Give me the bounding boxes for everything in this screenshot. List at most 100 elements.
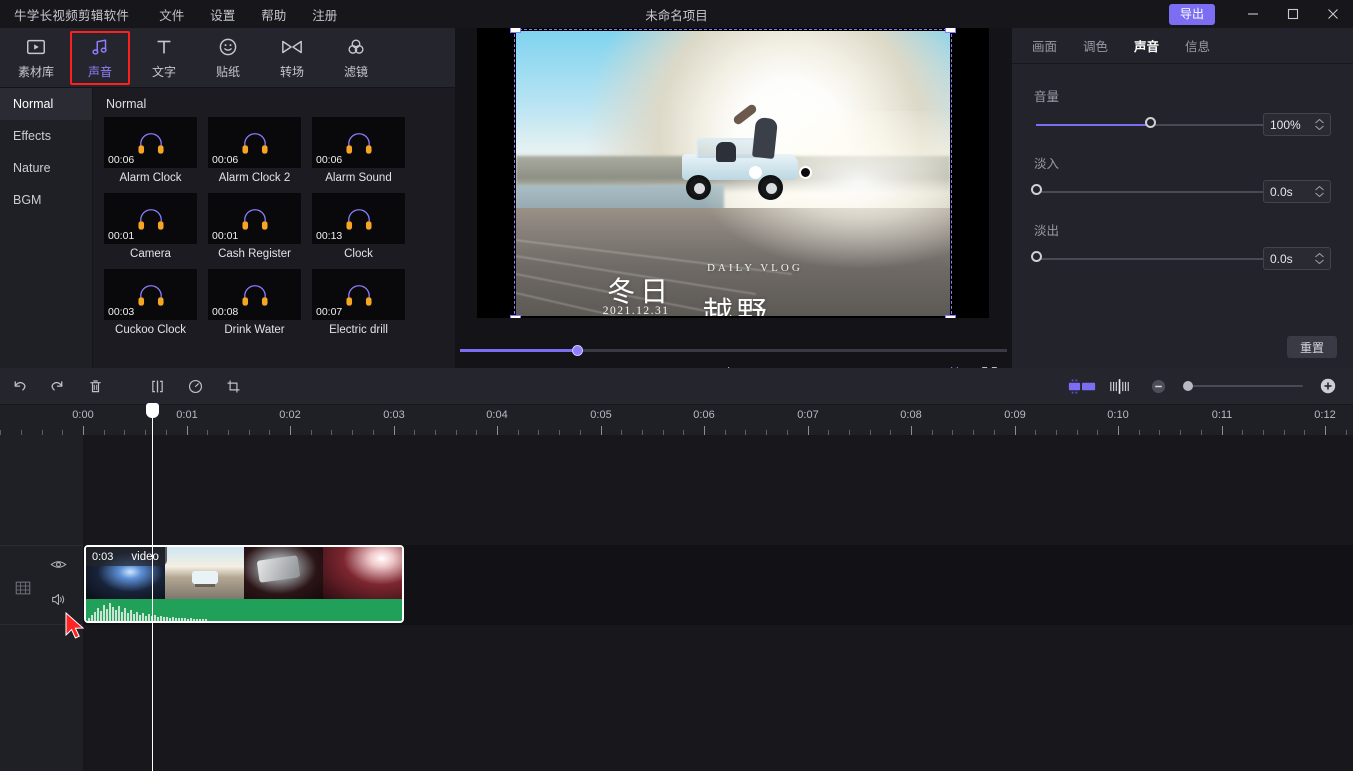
preview-progress-row[interactable]: [455, 343, 1012, 357]
slider-track[interactable]: [1036, 258, 1264, 260]
tab-audio[interactable]: 声音: [1134, 36, 1159, 55]
tab-color[interactable]: 调色: [1083, 36, 1108, 55]
audio-item-name: Camera: [130, 248, 171, 260]
audio-item[interactable]: 00:03 Cuckoo Clock: [104, 269, 197, 342]
tool-tab-filter[interactable]: 滤镜: [325, 30, 387, 86]
split-icon: [151, 380, 163, 392]
category-item-effects[interactable]: Effects: [0, 120, 92, 152]
undo-button[interactable]: [0, 368, 38, 405]
audio-item-thumbnail[interactable]: 00:01: [208, 193, 301, 244]
overlay-handle-left[interactable]: [749, 166, 762, 179]
properties-tab-bar: 画面 调色 声音 信息: [1012, 28, 1353, 64]
audio-item[interactable]: 00:13 Clock: [312, 193, 405, 266]
audio-item[interactable]: 00:07 Electric drill: [312, 269, 405, 342]
audio-item[interactable]: 00:06 Alarm Sound: [312, 117, 405, 190]
tool-tab-label: 声音: [87, 64, 112, 79]
zoom-out-button[interactable]: [1139, 368, 1177, 405]
ruler-label: 0:05: [590, 409, 612, 421]
category-item-nature[interactable]: Nature: [0, 152, 92, 184]
maximize-icon: [1287, 8, 1299, 20]
minimize-button[interactable]: [1233, 0, 1273, 28]
audio-item-name: Drink Water: [224, 324, 285, 336]
delete-button[interactable]: [76, 368, 114, 405]
slider-knob[interactable]: [1145, 117, 1156, 128]
track-mute-toggle[interactable]: [50, 592, 67, 612]
audio-item-thumbnail[interactable]: 00:08: [208, 269, 301, 320]
split-button[interactable]: [138, 368, 176, 405]
property-slider[interactable]: 0.0s: [1031, 180, 1331, 203]
tab-picture[interactable]: 画面: [1032, 36, 1057, 55]
audio-item[interactable]: 00:01 Cash Register: [208, 193, 301, 266]
property-value-box[interactable]: 100%: [1263, 113, 1331, 136]
stepper-icon[interactable]: [1315, 186, 1324, 197]
ruler-major-tick: [704, 426, 705, 435]
preview-progress-track[interactable]: [460, 349, 1007, 352]
tool-tab-sticker[interactable]: 贴纸: [197, 30, 259, 86]
audio-item-duration: 00:07: [316, 306, 343, 318]
property-slider[interactable]: 0.0s: [1031, 247, 1331, 270]
audio-item[interactable]: 00:06 Alarm Clock: [104, 117, 197, 190]
audio-item-thumbnail[interactable]: 00:06: [104, 117, 197, 168]
slider-track[interactable]: [1036, 191, 1264, 193]
zoom-in-button[interactable]: [1309, 368, 1347, 405]
menu-item-settings[interactable]: 设置: [210, 5, 235, 24]
audio-item[interactable]: 00:06 Alarm Clock 2: [208, 117, 301, 190]
maximize-button[interactable]: [1273, 0, 1313, 28]
waveform-bar: [121, 612, 123, 621]
slider-knob[interactable]: [1031, 184, 1042, 195]
tab-info[interactable]: 信息: [1185, 36, 1210, 55]
speaker-on-icon: [52, 593, 65, 606]
preview-progress-knob[interactable]: [572, 345, 583, 356]
property-value-box[interactable]: 0.0s: [1263, 247, 1331, 270]
menu-item-help[interactable]: 帮助: [261, 5, 286, 24]
ruler-label: 0:08: [900, 409, 922, 421]
track-view-button[interactable]: [1063, 368, 1101, 405]
category-item-normal[interactable]: Normal: [0, 88, 92, 120]
stepper-icon[interactable]: [1315, 253, 1324, 264]
timeline-zoom-slider[interactable]: [1183, 379, 1303, 393]
overlay-handle-right[interactable]: [799, 166, 812, 179]
preview-stage[interactable]: DAILY VLOG 冬日 越野 2021.12.31: [477, 28, 989, 318]
audio-item-thumbnail[interactable]: 00:06: [312, 117, 405, 168]
category-item-bgm[interactable]: BGM: [0, 184, 92, 216]
waveform-bar: [115, 610, 117, 621]
tool-tab-audio[interactable]: 声音: [69, 30, 131, 86]
snap-align-button[interactable]: [1101, 368, 1139, 405]
audio-item-thumbnail[interactable]: 00:06: [208, 117, 301, 168]
timeline-empty-row-bottom[interactable]: [83, 625, 1353, 771]
audio-item[interactable]: 00:08 Drink Water: [208, 269, 301, 342]
stepper-icon[interactable]: [1315, 119, 1324, 130]
tool-tab-transition[interactable]: 转场: [261, 30, 323, 86]
timeline-clip-video[interactable]: 0:03 video: [84, 545, 404, 623]
menu-item-register[interactable]: 注册: [312, 5, 337, 24]
reset-button[interactable]: 重置: [1287, 336, 1337, 358]
timeline-playhead[interactable]: [146, 403, 159, 771]
zoom-slider-knob[interactable]: [1183, 381, 1193, 391]
audio-item-thumbnail[interactable]: 00:01: [104, 193, 197, 244]
track-visibility-toggle[interactable]: [50, 558, 67, 576]
timeline-tracks[interactable]: 0:03 video: [83, 435, 1353, 771]
audio-item-thumbnail[interactable]: 00:07: [312, 269, 405, 320]
audio-item[interactable]: 00:01 Camera: [104, 193, 197, 266]
audio-item-thumbnail[interactable]: 00:13: [312, 193, 405, 244]
film-strip-icon: [15, 581, 31, 595]
track-view-icon: [1068, 378, 1096, 394]
redo-button[interactable]: [38, 368, 76, 405]
menu-item-file[interactable]: 文件: [159, 5, 184, 24]
property-slider[interactable]: 100%: [1034, 113, 1331, 136]
waveform-bar: [184, 618, 186, 621]
tool-tab-media-library[interactable]: 素材库: [5, 30, 67, 86]
crop-button[interactable]: [214, 368, 252, 405]
audio-item-thumbnail[interactable]: 00:03: [104, 269, 197, 320]
timeline-empty-row-top[interactable]: [83, 435, 1353, 545]
timeline-ruler[interactable]: 0:00 0:01 0:02 0:03 0:04 0:05 0:06 0:07 0:08 0:09…: [0, 405, 1353, 435]
headphones-icon: [345, 284, 372, 306]
export-button[interactable]: 导出: [1168, 3, 1215, 25]
speed-button[interactable]: [176, 368, 214, 405]
property-value-box[interactable]: 0.0s: [1263, 180, 1331, 203]
tool-tab-text[interactable]: 文字: [133, 30, 195, 86]
playhead-handle[interactable]: [146, 403, 159, 418]
close-button[interactable]: [1313, 0, 1353, 28]
waveform-bar: [139, 615, 141, 621]
slider-knob[interactable]: [1031, 251, 1042, 262]
